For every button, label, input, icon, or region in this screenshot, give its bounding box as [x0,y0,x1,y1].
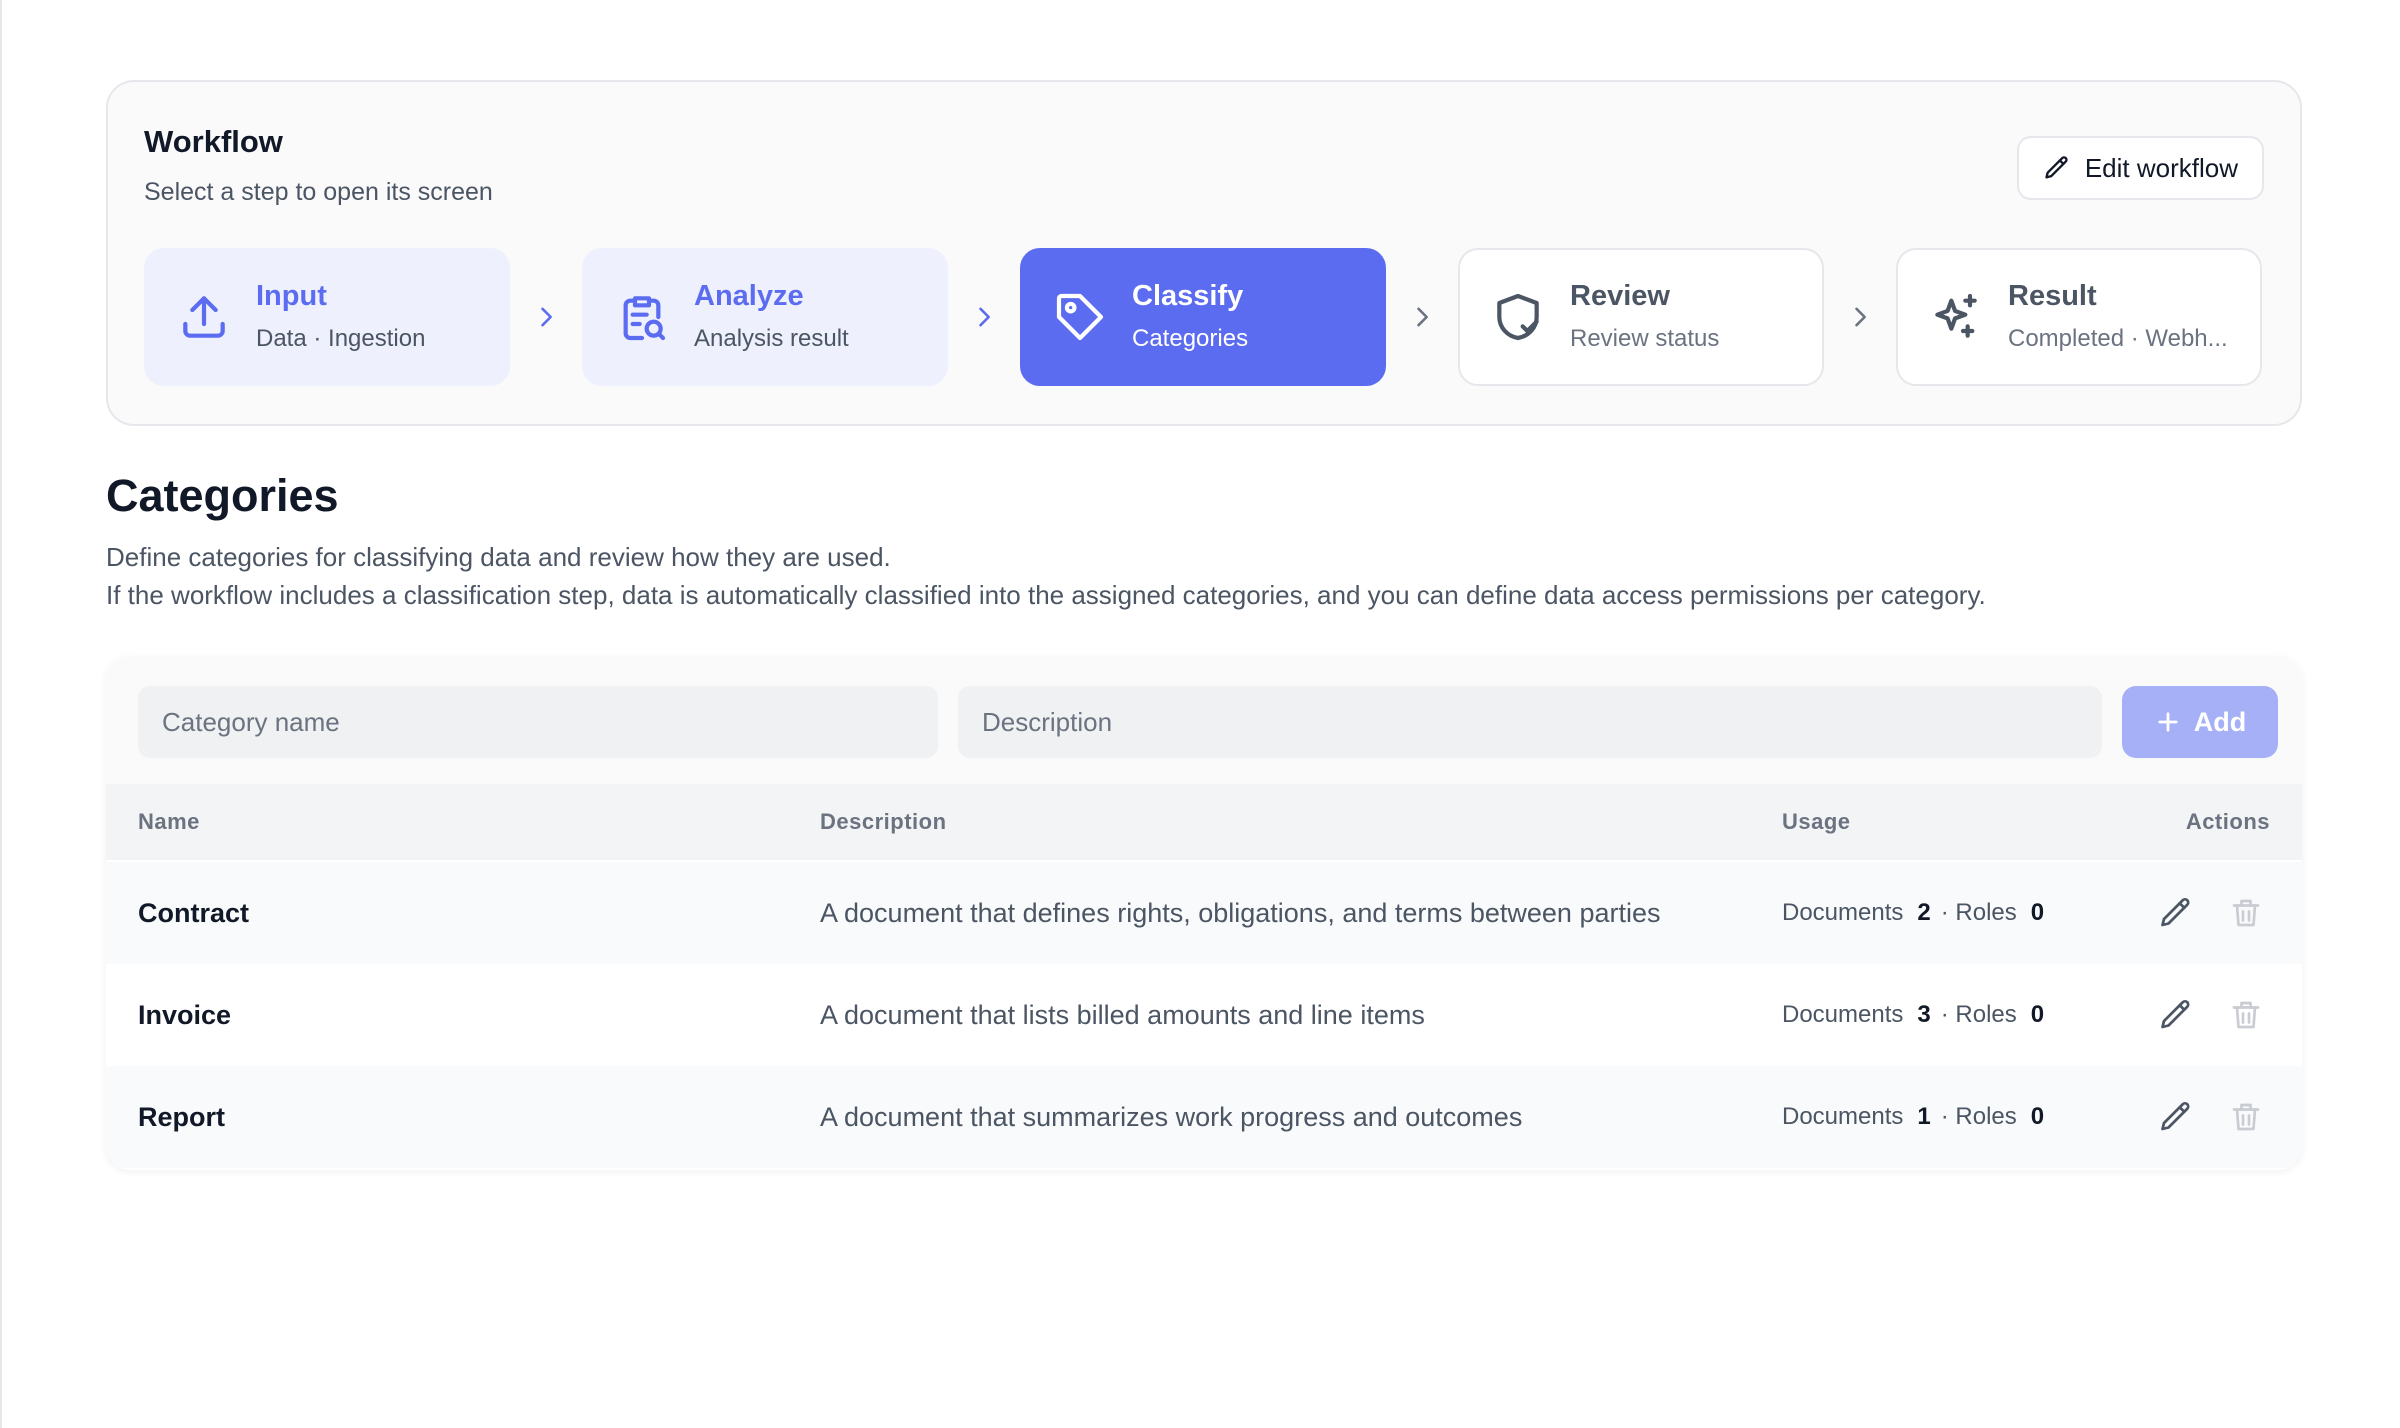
category-name: Invoice [138,1000,232,1030]
categories-description: Define categories for classifying data a… [106,542,891,572]
plus-icon [2158,712,2178,732]
category-usage: Documents 1 · Roles 0 [1782,1066,2054,1168]
add-category-row: Add [106,656,2302,784]
usage-roles-count: 0 [2030,1103,2045,1130]
category-usage: Documents 3 · Roles 0 [1782,964,2054,1066]
chevron-right-icon [948,303,1020,331]
usage-documents-label: Documents [1782,1103,1904,1130]
step-label: Classify [1132,280,1244,313]
workflow-title: Workflow [144,124,283,159]
chevron-right-icon [1386,303,1458,331]
category-description: A document that summarizes work progress… [820,1102,1523,1132]
edit-pencil-icon[interactable] [2158,895,2194,931]
usage-documents-label: Documents [1782,899,1904,926]
table-header: Name Description Usage Actions [106,784,2302,860]
table-row: Report A document that summarizes work p… [106,1066,2302,1168]
category-name: Contract [138,898,250,928]
category-name-input[interactable] [138,686,938,758]
usage-documents-label: Documents [1782,1001,1904,1028]
edit-workflow-button[interactable]: Edit workflow [2016,136,2264,200]
step-label: Input [256,280,327,313]
workflow-subtitle: Select a step to open its screen [144,178,493,206]
upload-icon [183,296,225,338]
step-result[interactable]: Result Completed · Webh... [1896,248,2262,386]
usage-roles-label: · Roles [1940,1001,2017,1028]
step-label: Review [1570,280,1670,313]
add-category-button[interactable]: Add [2122,686,2278,758]
page: Workflow Select a step to open its scree… [0,0,2400,1428]
usage-documents-count: 3 [1917,1001,1931,1028]
categories-description-detail: If the workflow includes a classificatio… [106,580,1986,610]
column-header-actions: Actions [2185,809,2270,834]
delete-trash-icon[interactable] [2228,895,2264,931]
pencil-icon [2045,156,2068,179]
delete-trash-icon[interactable] [2228,1099,2264,1135]
step-classify[interactable]: Classify Categories [1020,248,1386,386]
workflow-steps: Input Data · Ingestion Analyze Analysis … [144,248,2262,386]
usage-roles-count: 0 [2030,1001,2045,1028]
categories-table-card: Add Name Description Usage Actions Contr… [106,656,2302,1170]
step-input[interactable]: Input Data · Ingestion [144,248,510,386]
workflow-card: Workflow Select a step to open its scree… [106,80,2302,426]
step-caption: Data · Ingestion [256,324,426,352]
table-row: Invoice A document that lists billed amo… [106,964,2302,1066]
category-description: A document that lists billed amounts and… [820,1000,1425,1030]
chevron-right-icon [510,303,582,331]
edit-pencil-icon[interactable] [2158,997,2194,1033]
usage-roles-label: · Roles [1940,899,2017,926]
step-label: Analyze [694,280,804,313]
clipboard-search-icon [623,296,666,341]
column-header-description: Description [820,809,947,834]
category-usage: Documents 2 · Roles 0 [1782,862,2054,964]
step-caption: Completed · Webh... [2008,324,2228,352]
sparkles-icon [1935,293,1977,338]
edit-workflow-label: Edit workflow [2084,152,2238,183]
categories-title: Categories [106,470,339,521]
step-review[interactable]: Review Review status [1458,248,1824,386]
add-label: Add [2193,706,2247,737]
delete-trash-icon[interactable] [2228,997,2264,1033]
usage-documents-count: 2 [1917,899,1931,926]
edit-pencil-icon[interactable] [2158,1099,2194,1135]
column-header-usage: Usage [1782,809,1851,834]
category-description: A document that defines rights, obligati… [820,898,1661,928]
table-row: Contract A document that defines rights,… [106,862,2302,964]
usage-roles-label: · Roles [1940,1103,2017,1130]
step-analyze[interactable]: Analyze Analysis result [582,248,948,386]
step-caption: Review status [1570,324,1720,352]
step-caption: Categories [1132,324,1249,352]
category-name: Report [138,1102,225,1132]
usage-documents-count: 1 [1917,1103,1931,1130]
tag-icon [1056,293,1104,341]
column-header-name: Name [138,809,200,834]
step-caption: Analysis result [694,324,849,352]
usage-roles-count: 0 [2030,899,2045,926]
chevron-right-icon [1824,303,1896,331]
category-description-input[interactable] [958,686,2102,758]
step-label: Result [2008,280,2097,313]
shield-check-icon [1497,293,1539,341]
